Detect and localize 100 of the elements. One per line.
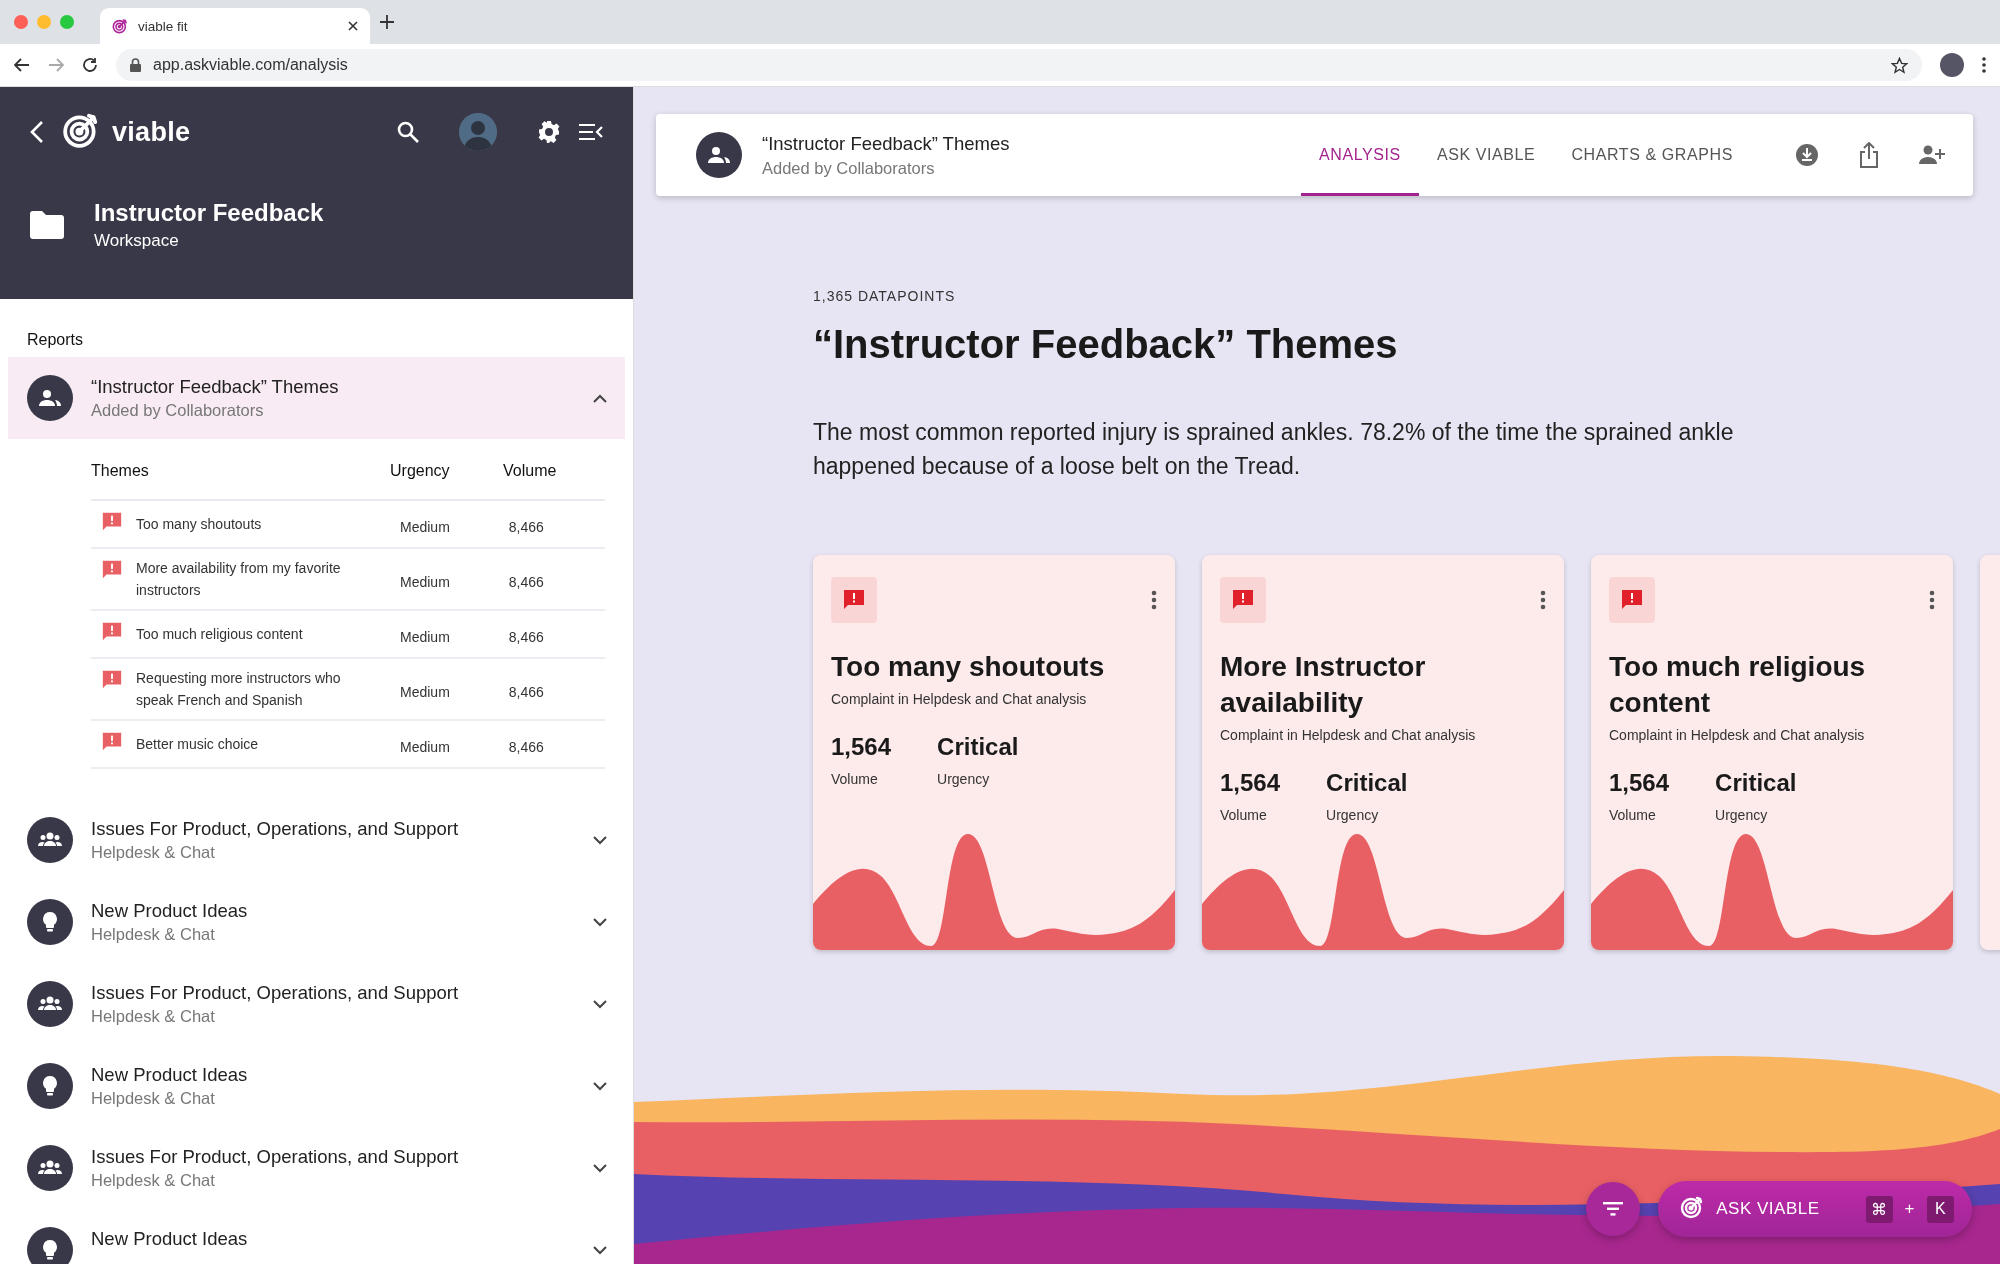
alert-bubble-icon [101,559,123,581]
report-subtitle: Helpdesk & Chat [91,843,216,862]
group-icon [27,981,73,1027]
urgency-label: Urgency [937,771,991,787]
nav-tab[interactable]: ASK VIABLE [1418,114,1554,196]
table-cell-text: Medium [400,683,451,700]
card-subtitle: Complaint in Helpdesk and Chat analysis [831,691,1088,707]
urgency-value: Critical [1715,769,1797,797]
alert-bubble-icon [101,669,123,691]
urgency-label: Urgency [1715,807,1769,823]
chevron-down-icon[interactable] [593,1081,607,1091]
lock-icon [130,58,141,72]
card-title: Too much religious content [1609,650,1867,720]
table-cell-text: Better music choice [136,735,260,754]
report-item[interactable]: Issues For Product, Operations, and Support Helpdesk & Chat [8,1127,625,1209]
report-item[interactable]: “Instructor Feedback” Themes Added by Collaborators [8,357,625,439]
workspace-subtitle: Workspace [94,231,180,251]
volume-label: Volume [1220,807,1268,823]
theme-row[interactable]: More availability from my favorite instructors Medium 8,466 [91,549,605,611]
report-title: New Product Ideas [91,1064,249,1086]
more-options-icon[interactable] [1982,57,1986,73]
report-subtitle: Helpdesk & Chat [91,1007,216,1026]
profile-avatar[interactable] [1940,53,1964,77]
share-icon[interactable] [1859,142,1879,168]
report-item[interactable]: New Product Ideas [8,1209,625,1264]
volume-label: Volume [831,771,879,787]
table-cell-text: 8,466 [508,738,545,755]
report-subtitle: Helpdesk & Chat [91,1171,216,1190]
browser-tab[interactable]: viable fit [100,8,370,44]
chevron-down-icon[interactable] [593,999,607,1009]
volume-value: 1,564 [831,733,892,761]
theme-row[interactable]: Better music choice Medium 8,466 [91,721,605,769]
theme-card[interactable]: Too many shoutouts Complaint in Helpdesk and Chat analysis 1,564 Volume Critical Urgency [813,555,1175,950]
address-field[interactable]: app.askviable.com/analysis [116,49,1922,81]
report-subtitle: Added by Collaborators [91,401,265,420]
add-user-icon[interactable] [1919,145,1945,165]
card-subtitle: Complaint in Helpdesk and Chat analysis [1609,727,1866,743]
report-subtitle: Helpdesk & Chat [91,925,216,944]
nav-tab[interactable]: CHARTS & GRAPHS [1553,114,1751,196]
report-title: Issues For Product, Operations, and Support [91,818,460,840]
group-icon [27,817,73,863]
report-title: New Product Ideas [91,900,249,922]
chevron-up-icon[interactable] [593,393,607,403]
report-title: “Instructor Feedback” Themes [762,132,1011,155]
more-options-icon[interactable] [1929,590,1935,610]
people-icon [696,132,742,178]
back-chevron-icon[interactable] [30,121,44,143]
section-label: Reports [27,331,85,349]
report-title: New Product Ideas [91,1228,249,1250]
back-arrow-icon[interactable] [14,57,30,73]
table-cell-text: 8,466 [508,573,545,590]
close-icon[interactable] [348,21,358,31]
report-item[interactable]: Issues For Product, Operations, and Support Helpdesk & Chat [8,799,625,881]
alert-bubble-icon [101,621,123,643]
keyboard-key: K [1927,1195,1954,1223]
keyboard-key: ⌘ [1865,1195,1893,1223]
chevron-down-icon[interactable] [593,917,607,927]
filter-icon [1603,1202,1624,1216]
table-cell-text: Medium [400,738,451,755]
workspace-title: Instructor Feedback [94,199,324,227]
table-cell-text: More availability from my favorite instructors [136,559,342,600]
report-item[interactable]: New Product Ideas Helpdesk & Chat [8,881,625,963]
report-subtitle: Helpdesk & Chat [91,1089,216,1108]
download-icon[interactable] [1795,143,1819,167]
more-options-icon[interactable] [1540,590,1546,610]
table-cell-text: Medium [400,518,451,535]
theme-row[interactable]: Too much religious content Medium 8,466 [91,611,605,659]
lightbulb-icon [27,899,73,945]
plus-icon[interactable] [380,15,394,29]
theme-card[interactable]: More Instructor availability Complaint in Helpdesk and Chat analysis 1,564 Volume Critical Urgency [1202,555,1564,950]
alert-bubble-icon [101,731,123,753]
search-icon[interactable] [397,121,419,143]
chevron-down-icon[interactable] [593,835,607,845]
report-item[interactable]: Issues For Product, Operations, and Support Helpdesk & Chat [8,963,625,1045]
report-title: Issues For Product, Operations, and Support [91,982,460,1004]
table-cell-text: 8,466 [508,628,545,645]
card-subtitle: Complaint in Helpdesk and Chat analysis [1220,727,1477,743]
star-icon[interactable] [1891,56,1908,74]
theme-row[interactable]: Too many shoutouts Medium 8,466 [91,501,605,549]
table-cell-text: Too many shoutouts [136,515,263,534]
volume-label: Volume [1609,807,1657,823]
nav-tab[interactable]: ANALYSIS [1301,114,1419,196]
table-cell-text: Medium [400,628,451,645]
reload-icon[interactable] [82,57,98,73]
chevron-down-icon[interactable] [593,1163,607,1173]
chevron-down-icon[interactable] [593,1245,607,1255]
collapse-menu-icon[interactable] [579,123,603,141]
card-title: More Instructor availability [1220,650,1427,720]
ask-viable-button[interactable]: ASK VIABLE ⌘ + K [1658,1181,1972,1237]
theme-row[interactable]: Requesting more instructors who speak French and Spanish Medium 8,466 [91,659,605,721]
card-title: Too many shoutouts [831,650,1106,684]
shortcut-plus: + [1904,1199,1915,1219]
report-item[interactable]: New Product Ideas Helpdesk & Chat [8,1045,625,1127]
summary-text: The most common reported injury is sprained ankles. 78.2% of the time the sprained ankle happened because of a loose belt on the Tread. [813,418,1735,481]
urgency-label: Urgency [1326,807,1380,823]
theme-card[interactable]: Too much religious content Complaint in Helpdesk and Chat analysis 1,564 Volume Critical Urgency [1591,555,1953,950]
more-options-icon[interactable] [1151,590,1157,610]
table-cell-text: Requesting more instructors who speak French and Spanish [136,669,342,710]
report-title: Issues For Product, Operations, and Support [91,1146,460,1168]
settings-icon[interactable] [537,120,561,144]
